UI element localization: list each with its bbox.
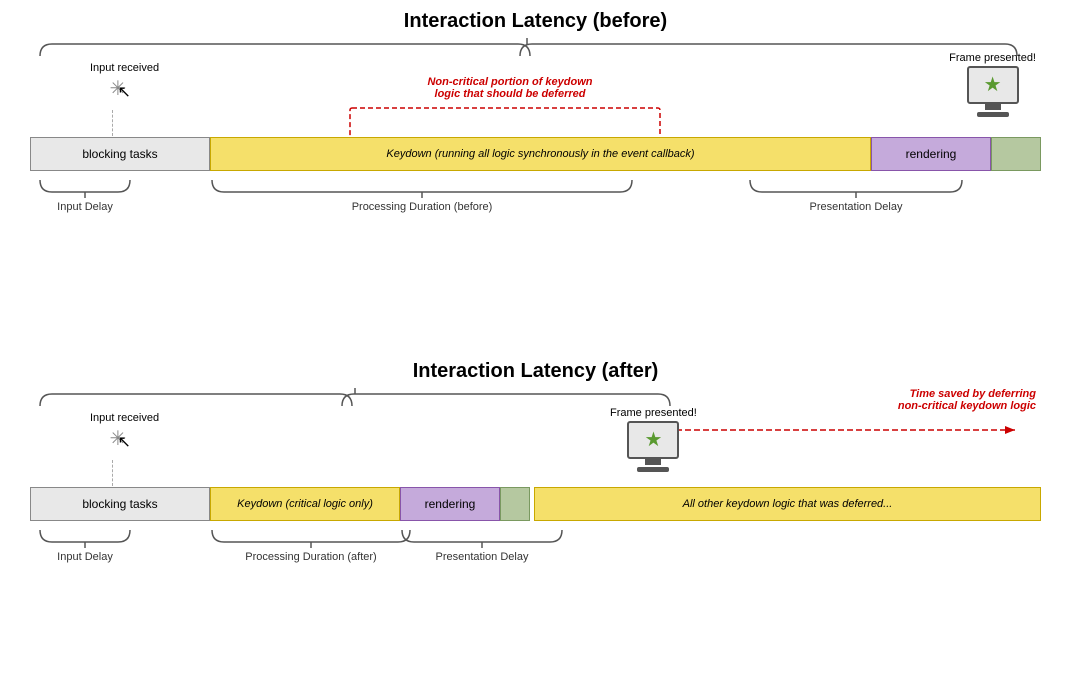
green-rendering-after	[500, 487, 530, 521]
star-icon-before: ★	[984, 75, 1002, 95]
keydown-block-before: Keydown (running all logic synchronously…	[210, 137, 871, 171]
cursor-icon-after: ↖	[118, 432, 131, 452]
monitor-after: ★	[610, 421, 697, 472]
before-section: Interaction Latency (before) Input recei…	[30, 10, 1041, 63]
monitor-screen-before: ★	[967, 66, 1019, 104]
frame-presented-label-after: Frame presented!	[610, 407, 697, 419]
red-annotation-before: Non-critical portion of keydown logic th…	[330, 76, 690, 100]
keydown-block-after: Keydown (critical logic only)	[210, 487, 400, 521]
monitor-screen-after: ★	[627, 421, 679, 459]
green-rendering-before	[991, 137, 1041, 171]
svg-text:Processing Duration (after): Processing Duration (after)	[245, 551, 376, 563]
top-brace-after	[30, 388, 1041, 410]
svg-text:Presentation Delay: Presentation Delay	[810, 201, 903, 213]
input-received-before: Input received ✳ ↖	[90, 62, 159, 111]
star-icon-after: ★	[644, 430, 662, 450]
deferred-block-after: All other keydown logic that was deferre…	[534, 487, 1041, 521]
dashed-line-after	[112, 460, 113, 486]
annotation-line2-before: logic that should be deferred	[435, 88, 586, 100]
svg-text:Input Delay: Input Delay	[57, 201, 113, 213]
input-received-after: Input received ✳ ↖	[90, 412, 159, 461]
monitor-base-after	[637, 467, 669, 472]
monitor-before: ★	[949, 66, 1036, 117]
red-arrow-after	[30, 420, 1041, 440]
input-received-label-after: Input received	[90, 412, 159, 424]
monitor-base-before	[977, 112, 1009, 117]
after-section: Interaction Latency (after) Time saved b…	[30, 360, 1041, 413]
svg-text:Presentation Delay: Presentation Delay	[436, 551, 529, 563]
diagram-container: Interaction Latency (before) Input recei…	[0, 0, 1071, 690]
annotation-line1-before: Non-critical portion of keydown	[427, 76, 592, 88]
after-title: Interaction Latency (after)	[413, 360, 659, 382]
braces-before: Input Delay Processing Duration (before)…	[30, 172, 1041, 212]
cursor-icon-before: ↖	[118, 82, 131, 102]
svg-text:Input Delay: Input Delay	[57, 551, 113, 563]
frame-presented-before: Frame presented! ★	[949, 52, 1036, 117]
rendering-block-after: rendering	[400, 487, 500, 521]
frame-presented-after: Frame presented! ★	[610, 407, 697, 472]
blocking-tasks-after: blocking tasks	[30, 487, 210, 521]
blocking-tasks-before: blocking tasks	[30, 137, 210, 171]
top-brace-before	[30, 38, 1041, 60]
rendering-block-before: rendering	[871, 137, 991, 171]
input-received-label-before: Input received	[90, 62, 159, 74]
dashed-line-before	[112, 110, 113, 136]
frame-presented-label-before: Frame presented!	[949, 52, 1036, 64]
before-title: Interaction Latency (before)	[404, 10, 667, 32]
braces-after: Input Delay Processing Duration (after) …	[30, 522, 1041, 562]
svg-text:Processing Duration (before): Processing Duration (before)	[352, 201, 493, 213]
